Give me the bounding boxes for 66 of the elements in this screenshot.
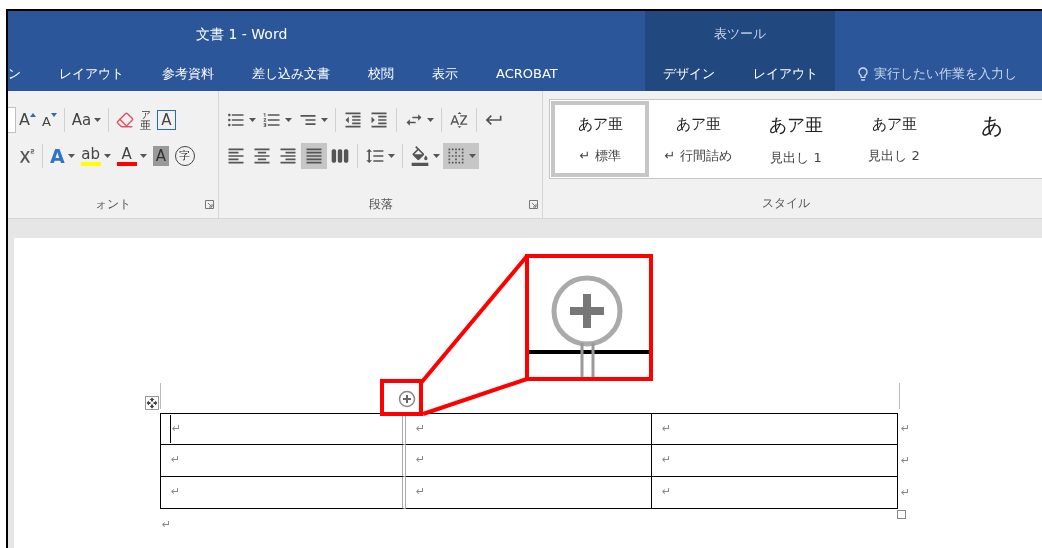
- table-cell[interactable]: ↵: [652, 413, 898, 445]
- dialog-launcher-icon[interactable]: [529, 199, 538, 209]
- ribbon-tab[interactable]: ン: [8, 57, 21, 91]
- indent-decrease-icon: [343, 110, 364, 130]
- table-cell[interactable]: ↵: [160, 413, 406, 445]
- text-cursor: [170, 415, 171, 443]
- end-of-row-mark: ↵: [901, 420, 911, 437]
- change-case-button[interactable]: Aa: [68, 107, 105, 133]
- text-effects-button[interactable]: A: [47, 143, 78, 169]
- ribbon-tab[interactable]: ACROBAT: [496, 57, 558, 91]
- phonetic-guide-button[interactable]: ア 亜: [137, 107, 155, 133]
- style-item[interactable]: あア亜 見出し 1: [747, 101, 845, 177]
- align-center-icon: [252, 146, 273, 166]
- table-cell[interactable]: ↵: [160, 445, 406, 477]
- highlight-button[interactable]: ab: [77, 143, 114, 169]
- shrink-font-button[interactable]: A: [38, 107, 60, 133]
- end-of-row-mark: ↵: [901, 484, 911, 501]
- group-label: ォント: [95, 196, 132, 213]
- style-item[interactable]: あア亜 ↵ 標準: [551, 101, 649, 177]
- end-of-row-mark: ↵: [901, 452, 911, 469]
- indent-increase-icon: [369, 110, 390, 130]
- style-item[interactable]: あ: [943, 101, 1041, 177]
- ribbon-tab[interactable]: デザイン: [662, 57, 715, 91]
- line-spacing-icon: [365, 146, 386, 166]
- align-left-icon: [226, 146, 247, 166]
- border-button[interactable]: [443, 143, 480, 169]
- ribbon-tab[interactable]: 差し込み文書: [252, 57, 330, 91]
- paint-bucket-icon: [410, 146, 431, 166]
- window-title: 文書 1 - Word: [196, 24, 288, 44]
- table-move-handle-icon[interactable]: [145, 396, 159, 410]
- ribbon-tab[interactable]: レイアウト: [752, 57, 818, 91]
- sort-icon: [449, 110, 470, 130]
- font-color-button[interactable]: A: [113, 143, 150, 169]
- justify-button[interactable]: [301, 143, 328, 169]
- table-resize-handle[interactable]: [897, 510, 906, 519]
- character-border-button[interactable]: A: [154, 107, 179, 133]
- style-item[interactable]: あア亜 見出し 2: [845, 101, 943, 177]
- ribbon-tab[interactable]: 表示: [432, 57, 458, 91]
- style-item[interactable]: あア亜 ↵ 行間詰め: [649, 101, 747, 177]
- ribbon-tab[interactable]: 参考資料: [162, 57, 214, 91]
- table-cell[interactable]: ↵: [652, 477, 898, 509]
- table-cell[interactable]: ↵: [406, 413, 652, 445]
- align-right-icon: [278, 146, 299, 166]
- justify-icon: [304, 146, 325, 166]
- contextual-tab-header: 表ツール: [714, 25, 766, 44]
- down-triangle-icon: [50, 113, 57, 117]
- table-cell[interactable]: ↵: [160, 477, 406, 509]
- dialog-launcher-icon[interactable]: [205, 199, 215, 209]
- lightbulb-icon: [855, 66, 871, 82]
- font-size-field[interactable]: [8, 107, 16, 133]
- table-cell[interactable]: ↵: [652, 445, 898, 477]
- numbered-list-icon: [262, 110, 283, 130]
- paragraph-mark: ↵: [162, 517, 172, 533]
- insert-column-icon[interactable]: [398, 390, 416, 408]
- table-cell[interactable]: ↵: [406, 445, 652, 477]
- up-triangle-icon: [29, 113, 36, 117]
- table-cell[interactable]: ↵: [406, 477, 652, 509]
- eraser-icon: [116, 111, 135, 129]
- ribbon-tab[interactable]: レイアウト: [59, 57, 124, 91]
- group-label: スタイル: [761, 195, 810, 212]
- ribbon-tab[interactable]: 校閲: [368, 57, 394, 91]
- grow-font-button[interactable]: A: [16, 107, 39, 133]
- border-icon: [446, 146, 467, 166]
- tell-me-field[interactable]: 実行したい作業を入力し: [835, 57, 1042, 91]
- distributed-icon: [330, 146, 351, 166]
- group-label: 段落: [368, 196, 393, 213]
